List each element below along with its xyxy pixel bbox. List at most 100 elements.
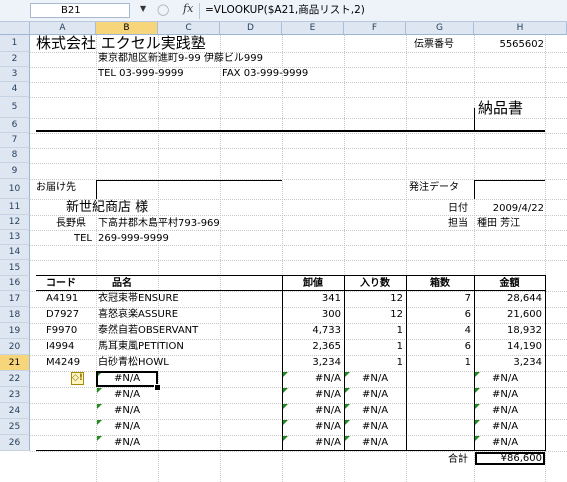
fill-handle[interactable] xyxy=(154,384,161,391)
cell-na[interactable]: #N/A xyxy=(492,388,518,402)
cell-amount[interactable]: 3,234 xyxy=(474,356,542,370)
cell-na[interactable]: #N/A xyxy=(362,436,388,450)
row-header[interactable]: 4 xyxy=(0,82,30,97)
cell-item-name[interactable]: 白砂青松HOWL xyxy=(98,356,169,370)
cell-na[interactable]: #N/A xyxy=(492,420,518,434)
cell-price[interactable]: 300 xyxy=(282,308,341,322)
column-header-h[interactable]: H xyxy=(474,22,567,34)
cell-pack-qty[interactable]: 1 xyxy=(344,340,403,354)
column-header-f[interactable]: F xyxy=(344,22,406,34)
slip-number-label: 伝票番号 xyxy=(414,39,454,50)
row-header[interactable]: 20 xyxy=(0,339,30,355)
row-header[interactable]: 6 xyxy=(0,118,30,133)
cell-code[interactable]: M4249 xyxy=(46,356,80,370)
column-header-e[interactable]: E xyxy=(282,22,344,34)
column-header-b[interactable]: B xyxy=(96,22,158,34)
row-header[interactable]: 8 xyxy=(0,148,30,163)
cell-na[interactable]: #N/A xyxy=(282,372,341,386)
row-header-selected[interactable]: 21 xyxy=(0,355,30,371)
row-header[interactable]: 17 xyxy=(0,291,30,307)
error-indicator-icon xyxy=(475,372,480,377)
row-header[interactable]: 5 xyxy=(0,97,30,118)
row-header[interactable]: 24 xyxy=(0,403,30,419)
row-header[interactable]: 18 xyxy=(0,307,30,323)
formula-input[interactable]: =VLOOKUP($A21,商品リスト,2) xyxy=(205,3,565,18)
cell-na[interactable]: #N/A xyxy=(362,420,388,434)
row-header[interactable]: 11 xyxy=(0,199,30,215)
cell-pack-qty[interactable]: 1 xyxy=(344,356,403,370)
cell-box-count[interactable]: 1 xyxy=(406,356,471,370)
row-header[interactable]: 23 xyxy=(0,387,30,403)
cell-na[interactable]: #N/A xyxy=(282,436,341,450)
cell-item-name[interactable]: 泰然自若OBSERVANT xyxy=(98,324,198,338)
row-header[interactable]: 13 xyxy=(0,230,30,245)
error-indicator-icon xyxy=(475,404,480,409)
cell-code[interactable]: F9970 xyxy=(46,324,77,338)
document-title: 納品書 xyxy=(478,99,524,117)
cell-na[interactable]: #N/A xyxy=(492,404,518,418)
cell-na[interactable]: #N/A xyxy=(282,404,341,418)
row-header[interactable]: 16 xyxy=(0,276,30,291)
cell-amount[interactable]: 18,932 xyxy=(474,324,542,338)
cell-price[interactable]: 3,234 xyxy=(282,356,341,370)
cell-pack-qty[interactable]: 12 xyxy=(344,292,403,306)
row-header[interactable]: 7 xyxy=(0,133,30,148)
cell-price[interactable]: 4,733 xyxy=(282,324,341,338)
cell-na[interactable]: #N/A xyxy=(362,404,388,418)
cell-na[interactable]: #N/A xyxy=(362,388,388,402)
name-box[interactable]: B21 xyxy=(30,3,130,18)
formula-bar-divider xyxy=(199,3,200,19)
cell-na[interactable]: #N/A xyxy=(114,388,140,402)
cell-price[interactable]: 341 xyxy=(282,292,341,306)
row-header[interactable]: 19 xyxy=(0,323,30,339)
cell-box-count[interactable]: 6 xyxy=(406,308,471,322)
row-header[interactable]: 9 xyxy=(0,163,30,179)
row-header[interactable]: 1 xyxy=(0,35,30,52)
cell-na[interactable]: #N/A xyxy=(282,420,341,434)
cell-item-name[interactable]: 馬耳東風PETITION xyxy=(98,340,184,354)
row-header[interactable]: 10 xyxy=(0,179,30,199)
cell-amount[interactable]: 14,190 xyxy=(474,340,542,354)
cell-na[interactable]: #N/A xyxy=(114,404,140,418)
cell-code[interactable]: I4994 xyxy=(46,340,74,354)
cell-box-count[interactable]: 4 xyxy=(406,324,471,338)
cell-na[interactable]: #N/A xyxy=(114,420,140,434)
cell-price[interactable]: 2,365 xyxy=(282,340,341,354)
column-header-d[interactable]: D xyxy=(220,22,282,34)
error-warning-icon[interactable]: ◇! xyxy=(71,372,84,385)
cell-pack-qty[interactable]: 12 xyxy=(344,308,403,322)
cell-na[interactable]: #N/A xyxy=(114,436,140,450)
cell-pack-qty[interactable]: 1 xyxy=(344,324,403,338)
cell-amount[interactable]: 21,600 xyxy=(474,308,542,322)
column-header-c[interactable]: C xyxy=(158,22,220,34)
cell-item-name[interactable]: 喜怒哀楽ASSURE xyxy=(98,308,178,322)
cell-amount[interactable]: 28,644 xyxy=(474,292,542,306)
cell-code[interactable]: A4191 xyxy=(46,292,78,306)
row-header[interactable]: 15 xyxy=(0,260,30,276)
active-cell-border[interactable] xyxy=(96,371,158,387)
row-header[interactable]: 22 xyxy=(0,371,30,387)
total-amount[interactable]: ¥86,600 xyxy=(474,452,542,466)
insert-function-icon[interactable]: fx xyxy=(183,2,193,15)
name-box-dropdown-icon[interactable]: ▼ xyxy=(140,4,146,13)
cell-na[interactable]: #N/A xyxy=(362,372,388,386)
cell-item-name[interactable]: 衣冠束帯ENSURE xyxy=(98,292,179,306)
row-header[interactable]: 2 xyxy=(0,52,30,67)
cell-box-count[interactable]: 7 xyxy=(406,292,471,306)
column-header-g[interactable]: G xyxy=(406,22,474,34)
cell-na[interactable]: #N/A xyxy=(492,372,518,386)
select-all-corner[interactable] xyxy=(0,22,30,34)
cell-na[interactable]: #N/A xyxy=(282,388,341,402)
cell-code[interactable]: D7927 xyxy=(46,308,79,322)
column-header-a[interactable]: A xyxy=(30,22,96,34)
formula-control-icon[interactable]: ◯ xyxy=(157,3,169,16)
row-header[interactable]: 25 xyxy=(0,419,30,435)
row-header[interactable]: 3 xyxy=(0,67,30,82)
order-box-top xyxy=(474,180,545,181)
cell-box-count[interactable]: 6 xyxy=(406,340,471,354)
cell-na[interactable]: #N/A xyxy=(492,436,518,450)
row-header[interactable]: 12 xyxy=(0,215,30,230)
row-header[interactable]: 26 xyxy=(0,435,30,451)
company-name: 株式会社 エクセル実践塾 xyxy=(36,34,206,52)
row-header[interactable]: 14 xyxy=(0,245,30,260)
